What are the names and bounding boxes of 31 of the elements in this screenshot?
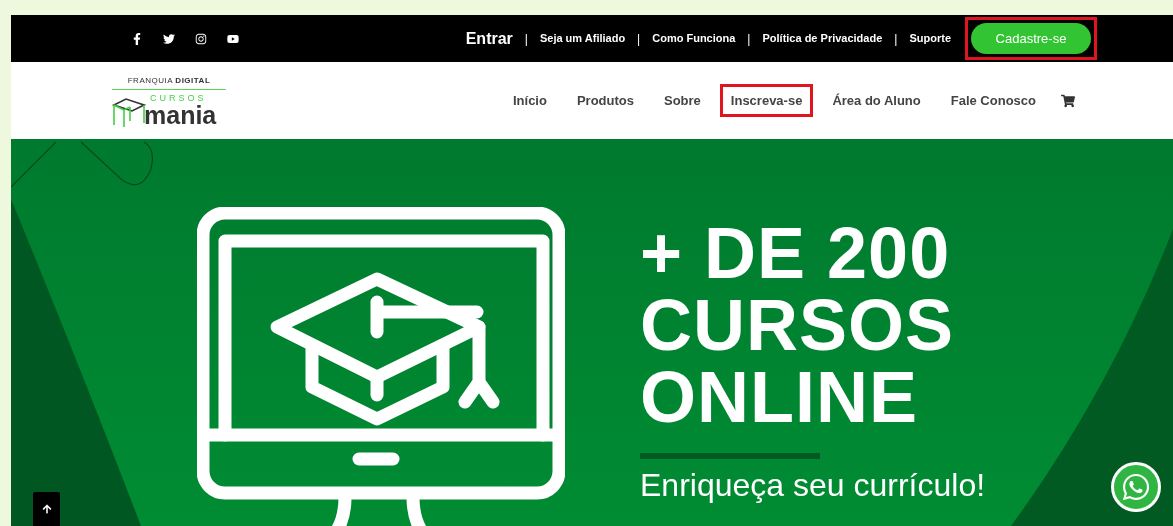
twitter-icon[interactable] xyxy=(163,32,175,45)
logo-tagline: FRANQUIA DIGITAL xyxy=(112,74,226,90)
login-link[interactable]: Entrar xyxy=(465,26,513,51)
hero-heading: CURSOS xyxy=(640,289,956,361)
top-link[interactable]: Política de Privacidade xyxy=(762,30,883,47)
monitor-graduation-cap-icon xyxy=(197,207,565,526)
nav-link[interactable]: Inscreva-se xyxy=(719,83,814,118)
cart-icon[interactable] xyxy=(1061,93,1075,108)
logo[interactable]: FRANQUIA DIGITAL CURSOS mania xyxy=(112,74,226,127)
arrow-up-icon xyxy=(41,504,52,514)
top-link[interactable]: Seja um Afiliado xyxy=(539,30,626,47)
hero-heading: ONLINE xyxy=(640,361,919,433)
separator: | xyxy=(747,30,751,48)
nav-link[interactable]: Início xyxy=(501,83,558,118)
nav-link[interactable]: Fale Conosco xyxy=(939,83,1047,118)
nav-link[interactable]: Sobre xyxy=(653,83,712,118)
hero-heading: + DE 200 xyxy=(640,217,952,289)
top-link[interactable]: Como Funciona xyxy=(652,30,736,47)
hero-subtitle: Enriqueça seu currículo! xyxy=(640,467,986,503)
nav-link[interactable]: Área do Aluno xyxy=(821,83,932,118)
back-to-top-button[interactable] xyxy=(33,492,60,526)
logo-cursos: CURSOS xyxy=(150,93,208,103)
facebook-icon[interactable] xyxy=(131,32,143,45)
youtube-icon[interactable] xyxy=(227,32,239,45)
separator: | xyxy=(894,30,898,48)
separator: | xyxy=(637,30,641,48)
instagram-icon[interactable] xyxy=(195,32,207,45)
separator: | xyxy=(524,30,528,48)
top-link[interactable]: Suporte xyxy=(909,30,951,47)
logo-mania: mania xyxy=(144,102,217,127)
nav-link[interactable]: Produtos xyxy=(565,83,645,118)
